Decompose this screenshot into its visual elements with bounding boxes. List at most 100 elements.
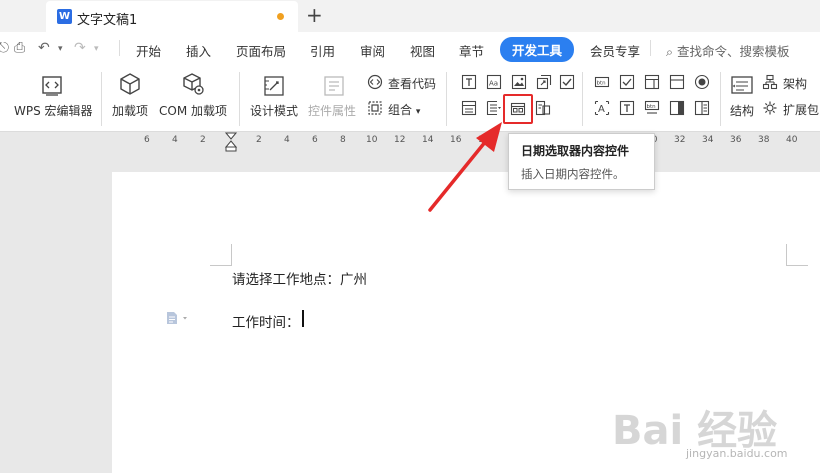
ruler-tick: 2 [200, 135, 206, 145]
check-form-control-icon[interactable] [619, 74, 635, 90]
list-form-control-icon[interactable] [669, 74, 685, 90]
menu-references[interactable]: 引用 [310, 41, 335, 60]
textbox-form-control-icon[interactable] [619, 100, 635, 116]
ruler-tick: 32 [674, 135, 686, 145]
divider [101, 72, 102, 126]
ruler-tick: 6 [144, 135, 150, 145]
margin-corner-mark [786, 244, 808, 266]
combo-form-control-icon[interactable] [644, 74, 660, 90]
menu-member[interactable]: 会员专享 [590, 41, 640, 60]
svg-text:btn: btn [597, 81, 607, 87]
command-search-label: 查找命令、搜索模板 [676, 44, 790, 59]
indent-marker-icon[interactable] [225, 132, 237, 152]
tooltip-date-picker: 日期选取器内容控件 插入日期内容控件。 [508, 133, 655, 190]
tooltip-description: 插入日期内容控件。 [521, 167, 625, 181]
group-button-label: 组合 [388, 103, 413, 117]
ruler-tick: 8 [340, 135, 346, 145]
repeating-section-control-icon[interactable] [535, 100, 551, 116]
schema-icon[interactable] [762, 74, 778, 90]
dropdown-list-control-icon[interactable] [486, 100, 502, 116]
com-addins-button[interactable]: COM 加载项 [159, 102, 227, 119]
new-tab-button[interactable]: + [306, 3, 323, 27]
ruler-tick: 2 [256, 135, 262, 145]
menu-developer-tools[interactable]: 开发工具 [500, 37, 575, 62]
divider [119, 40, 120, 56]
undo-icon[interactable]: ↶ [38, 40, 50, 56]
group-dropdown-icon: ▾ [415, 107, 421, 117]
unsaved-dot-icon [277, 13, 284, 20]
ruler-tick: 36 [730, 135, 742, 145]
design-mode-button[interactable]: 设计模式 [250, 102, 298, 119]
document-line-location[interactable]: 请选择工作地点：广州 [232, 268, 367, 288]
document-tab-title: 文字文稿1 [77, 13, 138, 28]
group-button[interactable]: 组合 ▾ [388, 101, 420, 118]
command-search[interactable]: ⌕ 查找命令、搜索模板 [666, 41, 790, 60]
svg-text:Aa: Aa [489, 80, 498, 88]
checkbox-control-icon[interactable] [559, 74, 575, 90]
radio-form-control-icon[interactable] [694, 74, 710, 90]
divider [582, 72, 583, 126]
annotation-arrow-icon [428, 122, 502, 212]
rich-text-control-icon[interactable]: Aa [486, 74, 502, 90]
design-mode-icon[interactable] [262, 74, 286, 98]
print-preview-icon[interactable]: ⎙ [14, 40, 25, 56]
addins-cube-icon[interactable] [118, 72, 142, 96]
ruler-tick: 40 [786, 135, 798, 145]
structure-button[interactable]: 结构 [730, 102, 754, 119]
plain-text-control-icon[interactable] [461, 74, 477, 90]
macro-editor-button[interactable]: WPS 宏编辑器 [14, 102, 93, 119]
redo-icon[interactable]: ↷ [74, 40, 86, 56]
menu-bar: ⎋ ⎙ ↶ ▾ ↷ ▾ 开始 插入 页面布局 引用 审阅 视图 章节 开发工具 … [0, 32, 820, 64]
ruler-tick: 38 [758, 135, 770, 145]
button-form-control-icon[interactable]: btn [594, 74, 610, 90]
tooltip-title: 日期选取器内容控件 [521, 144, 630, 158]
ruler-tick: 12 [394, 135, 406, 145]
ruler-tick: 4 [284, 135, 290, 145]
wps-writer-icon: W [57, 9, 72, 24]
expansion-pack-button[interactable]: 扩展包 [783, 101, 819, 118]
building-block-control-icon[interactable] [536, 74, 552, 90]
view-code-button[interactable]: 查看代码 [388, 75, 436, 92]
view-code-icon[interactable] [367, 74, 383, 90]
label-form-control-icon[interactable]: A [594, 100, 610, 116]
macro-editor-icon[interactable] [40, 74, 64, 98]
horizontal-ruler[interactable]: 6 4 2 2 4 6 8 10 12 14 16 18 24 26 28 30… [0, 132, 820, 152]
text-caret [302, 310, 304, 327]
divider [239, 72, 240, 126]
menu-page-layout[interactable]: 页面布局 [236, 41, 286, 60]
menu-insert[interactable]: 插入 [186, 41, 211, 60]
document-tab[interactable]: W 文字文稿1 [46, 1, 298, 32]
com-addins-icon[interactable] [181, 72, 205, 96]
search-icon: ⌕ [666, 44, 677, 59]
button-activex-control-icon[interactable]: btn [644, 100, 660, 116]
combo-box-control-icon[interactable] [461, 100, 477, 116]
menu-home[interactable]: 开始 [136, 41, 161, 60]
menu-chapter[interactable]: 章节 [459, 41, 484, 60]
ruler-tick: 10 [366, 135, 378, 145]
menu-review[interactable]: 审阅 [360, 41, 385, 60]
divider [650, 40, 651, 56]
control-properties-icon [324, 76, 344, 96]
schema-button[interactable]: 架构 [783, 75, 807, 92]
ruler-tick: 4 [172, 135, 178, 145]
addins-button[interactable]: 加载项 [112, 102, 148, 119]
document-line-worktime[interactable]: 工作时间： [232, 311, 300, 331]
paragraph-layout-icon[interactable] [166, 311, 190, 325]
expansion-pack-icon[interactable] [762, 100, 778, 116]
redo-dropdown-icon[interactable]: ▾ [94, 44, 99, 54]
svg-text:A: A [598, 104, 605, 115]
margin-corner-mark [210, 244, 232, 266]
ribbon-developer: WPS 宏编辑器 加载项 COM 加载项 设计模式 控件属性 查看代码 组合 ▾… [0, 64, 820, 132]
group-icon[interactable] [367, 100, 383, 116]
structure-icon[interactable] [730, 74, 754, 98]
cursor-tool-icon[interactable]: ⎋ [0, 40, 9, 56]
ruler-tick: 34 [702, 135, 714, 145]
control-properties-button: 控件属性 [308, 104, 357, 118]
menu-view[interactable]: 视图 [410, 41, 435, 60]
svg-text:btn: btn [647, 104, 657, 110]
scrollbar-control-icon[interactable] [669, 100, 685, 116]
picture-control-icon[interactable] [511, 74, 527, 90]
divider [720, 72, 721, 126]
spin-control-icon[interactable] [694, 100, 710, 116]
undo-dropdown-icon[interactable]: ▾ [58, 44, 63, 54]
